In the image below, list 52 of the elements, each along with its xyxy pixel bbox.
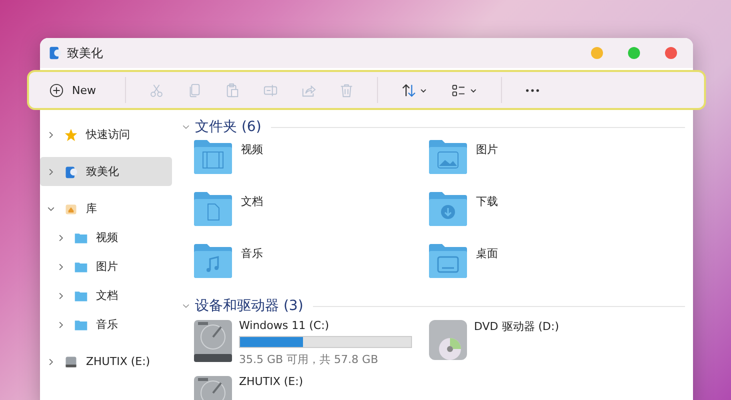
drive-item[interactable]: Windows 11 (C:) 35.5 GB 可用，共 57.8 GB bbox=[193, 319, 428, 367]
folder-icon bbox=[74, 288, 88, 302]
folder-icon bbox=[74, 318, 88, 332]
folder-item[interactable]: 文档 bbox=[193, 190, 428, 242]
plus-circle-icon bbox=[49, 82, 64, 98]
user-folder-icon bbox=[64, 164, 78, 178]
sidebar-item[interactable]: 库 bbox=[40, 194, 175, 223]
folder-item[interactable]: 音乐 bbox=[193, 242, 428, 294]
star-icon bbox=[64, 128, 78, 142]
app-icon bbox=[48, 46, 62, 60]
hard-drive-icon bbox=[193, 319, 233, 363]
music-folder-icon bbox=[193, 243, 233, 279]
sort-icon[interactable] bbox=[401, 82, 428, 98]
folder-icon bbox=[74, 260, 88, 274]
sidebar-item[interactable]: ZHUTIX (E:) bbox=[40, 347, 175, 376]
folder-name: 文档 bbox=[241, 194, 263, 209]
folder-item[interactable]: 图片 bbox=[428, 138, 685, 190]
folder-name: 图片 bbox=[476, 142, 498, 157]
folder-name: 视频 bbox=[241, 142, 263, 157]
new-button[interactable]: New bbox=[43, 78, 102, 102]
sidebar-item[interactable]: 图片 bbox=[40, 252, 175, 281]
drive-name: ZHUTIX (E:) bbox=[239, 375, 304, 388]
drive-icon bbox=[64, 354, 78, 368]
video-folder-icon bbox=[193, 139, 233, 175]
sidebar-item[interactable]: 视频 bbox=[40, 223, 175, 252]
section-title: 设备和驱动器 (3) bbox=[195, 297, 304, 315]
home-icon bbox=[64, 202, 78, 216]
folder-name: 音乐 bbox=[241, 246, 263, 261]
folder-icon bbox=[74, 230, 88, 244]
picture-folder-icon bbox=[428, 139, 468, 175]
close-button[interactable] bbox=[665, 47, 677, 59]
view-options-icon[interactable] bbox=[451, 82, 478, 98]
desktop-folder-icon bbox=[428, 243, 468, 279]
drive-name: Windows 11 (C:) bbox=[239, 319, 330, 332]
folder-name: 下载 bbox=[476, 194, 498, 209]
document-folder-icon bbox=[193, 191, 233, 227]
drive-item[interactable]: ZHUTIX (E:) bbox=[193, 375, 428, 400]
folder-item[interactable]: 下载 bbox=[428, 190, 685, 242]
sidebar-item[interactable]: 音乐 bbox=[40, 310, 175, 339]
sidebar-item[interactable]: 快速访问 bbox=[40, 120, 175, 149]
section-title: 文件夹 (6) bbox=[195, 118, 262, 136]
sidebar-item[interactable]: 文档 bbox=[40, 281, 175, 310]
folder-item[interactable]: 桌面 bbox=[428, 242, 685, 294]
folder-item[interactable]: 视频 bbox=[193, 138, 428, 190]
folder-name: 桌面 bbox=[476, 246, 498, 261]
window-title: 致美化 bbox=[67, 44, 103, 62]
drive-space: 35.5 GB 可用，共 57.8 GB bbox=[239, 352, 380, 367]
download-folder-icon bbox=[428, 191, 468, 227]
sidebar-item[interactable]: 致美化 bbox=[40, 157, 172, 186]
dvd-drive-icon bbox=[428, 319, 468, 363]
drive-item[interactable]: DVD 驱动器 (D:) bbox=[428, 319, 685, 367]
drive-name: DVD 驱动器 (D:) bbox=[474, 319, 560, 334]
